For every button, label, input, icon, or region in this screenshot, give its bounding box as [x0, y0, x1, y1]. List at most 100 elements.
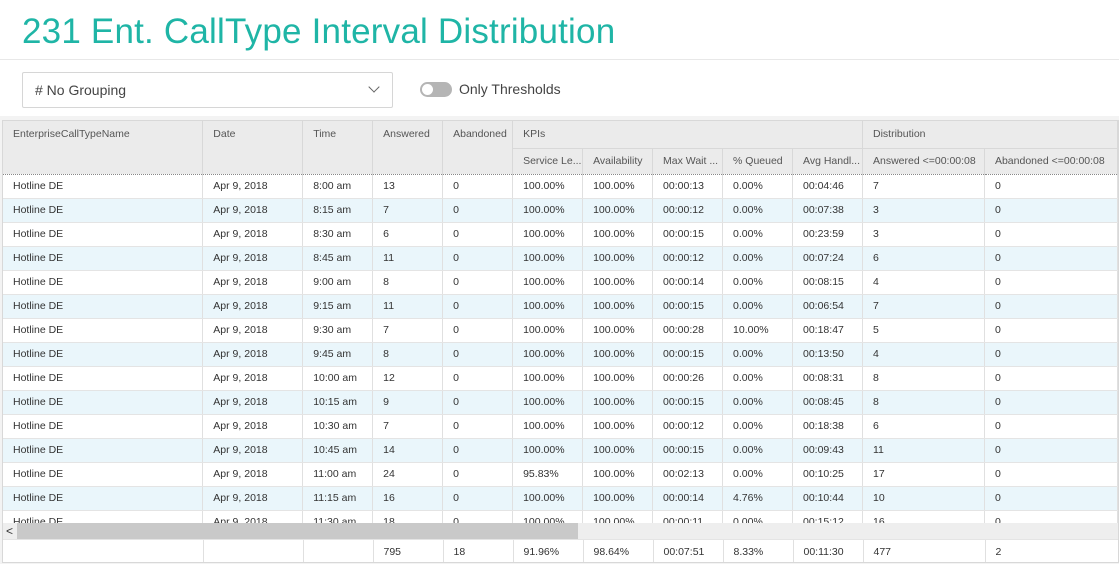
col-header-dist-answered[interactable]: Answered <=00:00:08	[862, 148, 985, 175]
table-row[interactable]: Hotline DE Apr 9, 2018 8:00 am 13 0 100.00% 10…	[3, 174, 1118, 199]
col-header-max-wait[interactable]: Max Wait ...	[652, 148, 724, 175]
col-header-answered[interactable]: Answered	[372, 121, 444, 175]
cell-answered: 8	[372, 342, 444, 367]
grouping-select-value: # No Grouping	[35, 82, 127, 98]
cell-availability: 100.00%	[582, 270, 654, 295]
cell-avg-handle: 00:13:50	[792, 342, 863, 367]
toggle-knob	[422, 84, 433, 95]
table-row[interactable]: Hotline DE Apr 9, 2018 9:30 am 7 0 100.00% 100…	[3, 318, 1118, 343]
table-row[interactable]: Hotline DE Apr 9, 2018 8:30 am 6 0 100.00% 100…	[3, 222, 1118, 247]
cell-pct-queued: 4.76%	[722, 486, 793, 511]
cell-abandoned: 0	[442, 486, 514, 511]
table-row[interactable]: Hotline DE Apr 9, 2018 10:15 am 9 0 100.00% 10…	[3, 390, 1118, 415]
cell-service-level: 100.00%	[512, 174, 584, 199]
cell-max-wait: 00:00:28	[652, 318, 724, 343]
cell-avg-handle: 00:04:46	[792, 174, 863, 199]
total-max-wait: 00:07:51	[653, 540, 724, 562]
col-header-abandoned[interactable]: Abandoned	[442, 121, 514, 175]
col-header-service-level[interactable]: Service Le...	[512, 148, 584, 175]
cell-date: Apr 9, 2018	[202, 294, 304, 319]
col-header-avg-handle[interactable]: Avg Handl...	[792, 148, 863, 175]
cell-avg-handle: 00:07:38	[792, 198, 863, 223]
cell-dist-answered: 8	[862, 366, 985, 391]
cell-abandoned: 0	[442, 294, 514, 319]
cell-service-level: 100.00%	[512, 414, 584, 439]
cell-answered: 24	[372, 462, 444, 487]
cell-date: Apr 9, 2018	[202, 222, 304, 247]
cell-pct-queued: 0.00%	[722, 174, 793, 199]
cell-dist-answered: 7	[862, 174, 985, 199]
cell-pct-queued: 0.00%	[722, 198, 793, 223]
cell-abandoned: 0	[442, 366, 514, 391]
scrollbar-thumb[interactable]	[17, 523, 578, 539]
cell-dist-abandoned: 0	[984, 270, 1118, 295]
cell-availability: 100.00%	[582, 366, 654, 391]
total-dist-abandoned: 2	[985, 540, 1118, 562]
cell-answered: 6	[372, 222, 444, 247]
cell-avg-handle: 00:10:44	[792, 486, 863, 511]
cell-abandoned: 0	[442, 438, 514, 463]
cell-availability: 100.00%	[582, 390, 654, 415]
cell-date: Apr 9, 2018	[202, 390, 304, 415]
table-row[interactable]: Hotline DE Apr 9, 2018 10:00 am 12 0 100.00% 1…	[3, 366, 1118, 391]
cell-service-level: 100.00%	[512, 294, 584, 319]
cell-name: Hotline DE	[3, 486, 204, 511]
cell-dist-answered: 11	[862, 438, 985, 463]
cell-dist-answered: 3	[862, 198, 985, 223]
cell-answered: 16	[372, 486, 444, 511]
cell-availability: 100.00%	[582, 342, 654, 367]
col-header-time[interactable]: Time	[302, 121, 374, 175]
cell-pct-queued: 0.00%	[722, 390, 793, 415]
table-row[interactable]: Hotline DE Apr 9, 2018 8:15 am 7 0 100.00% 100…	[3, 198, 1118, 223]
cell-name: Hotline DE	[3, 246, 204, 271]
table-row[interactable]: Hotline DE Apr 9, 2018 8:45 am 11 0 100.00% 10…	[3, 246, 1118, 271]
col-group-distribution: Distribution	[862, 121, 1118, 149]
cell-max-wait: 00:00:15	[652, 438, 724, 463]
cell-max-wait: 00:00:15	[652, 342, 724, 367]
cell-avg-handle: 00:18:47	[792, 318, 863, 343]
cell-max-wait: 00:00:14	[652, 486, 724, 511]
cell-abandoned: 0	[442, 462, 514, 487]
cell-abandoned: 0	[442, 318, 514, 343]
cell-name: Hotline DE	[3, 462, 204, 487]
cell-time: 8:00 am	[302, 174, 374, 199]
data-grid: EnterpriseCallTypeName Date Time Answere…	[2, 120, 1119, 563]
cell-service-level: 95.83%	[512, 462, 584, 487]
cell-name: Hotline DE	[3, 414, 204, 439]
col-header-availability[interactable]: Availability	[582, 148, 654, 175]
cell-time: 10:00 am	[302, 366, 374, 391]
toolbar: # No Grouping Only Thresholds	[0, 60, 1119, 116]
total-dist-answered: 477	[863, 540, 986, 562]
table-row[interactable]: Hotline DE Apr 9, 2018 11:00 am 24 0 95.83% 10…	[3, 462, 1118, 487]
table-row[interactable]: Hotline DE Apr 9, 2018 9:15 am 11 0 100.00% 10…	[3, 294, 1118, 319]
cell-availability: 100.00%	[582, 222, 654, 247]
col-header-name[interactable]: EnterpriseCallTypeName	[3, 121, 204, 175]
cell-answered: 13	[372, 174, 444, 199]
col-header-pct-queued[interactable]: % Queued	[722, 148, 793, 175]
table-row[interactable]: Hotline DE Apr 9, 2018 11:15 am 16 0 100.00% 1…	[3, 486, 1118, 511]
table-row[interactable]: Hotline DE Apr 9, 2018 10:30 am 7 0 100.00% 10…	[3, 414, 1118, 439]
table-row[interactable]: Hotline DE Apr 9, 2018 9:00 am 8 0 100.00% 100…	[3, 270, 1118, 295]
cell-max-wait: 00:00:15	[652, 390, 724, 415]
col-header-dist-abandoned[interactable]: Abandoned <=00:00:08	[984, 148, 1118, 175]
table-row[interactable]: Hotline DE Apr 9, 2018 9:45 am 8 0 100.00% 100…	[3, 342, 1118, 367]
cell-dist-answered: 7	[862, 294, 985, 319]
cell-abandoned: 0	[442, 222, 514, 247]
cell-abandoned: 0	[442, 342, 514, 367]
grid-table: EnterpriseCallTypeName Date Time Answere…	[3, 121, 1118, 535]
grouping-select[interactable]: # No Grouping	[22, 72, 393, 108]
only-thresholds-toggle[interactable]	[420, 82, 452, 97]
cell-dist-abandoned: 0	[984, 462, 1118, 487]
cell-dist-abandoned: 0	[984, 390, 1118, 415]
cell-availability: 100.00%	[582, 246, 654, 271]
cell-time: 9:00 am	[302, 270, 374, 295]
cell-abandoned: 0	[442, 390, 514, 415]
cell-availability: 100.00%	[582, 174, 654, 199]
total-service-level: 91.96%	[513, 540, 584, 562]
cell-date: Apr 9, 2018	[202, 414, 304, 439]
horizontal-scrollbar[interactable]: <	[3, 523, 1118, 539]
col-header-date[interactable]: Date	[202, 121, 304, 175]
cell-service-level: 100.00%	[512, 486, 584, 511]
scroll-left-arrow-icon[interactable]: <	[6, 523, 13, 539]
table-row[interactable]: Hotline DE Apr 9, 2018 10:45 am 14 0 100.00% 1…	[3, 438, 1118, 463]
